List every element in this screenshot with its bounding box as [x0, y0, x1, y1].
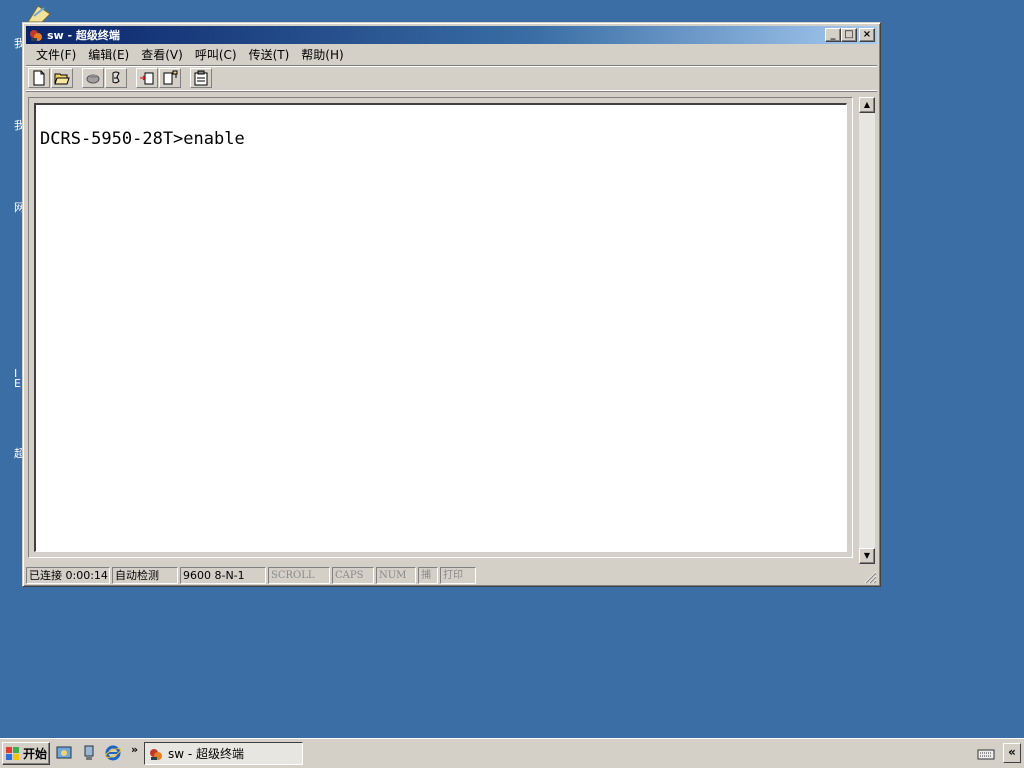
properties-icon — [194, 70, 208, 86]
toolbar — [26, 65, 877, 91]
menu-edit[interactable]: 编辑(E) — [82, 46, 135, 63]
send-icon — [140, 72, 154, 85]
connect-icon — [86, 74, 100, 84]
terminal-frame: DCRS-5950-28T>enable — [28, 97, 853, 558]
computer-icon[interactable] — [80, 744, 98, 762]
disconnect-button[interactable] — [105, 68, 127, 88]
properties-button[interactable] — [190, 68, 212, 88]
status-auto-detect: 自动检测 — [112, 566, 178, 584]
taskbar-hyperterminal-button[interactable]: sw - 超级终端 — [144, 742, 303, 765]
open-icon — [54, 73, 70, 85]
desktop-icon-label[interactable]: E — [14, 378, 21, 389]
window-controls: _ □ × — [825, 28, 875, 42]
menu-file[interactable]: 文件(F) — [30, 46, 82, 63]
open-button[interactable] — [51, 68, 73, 88]
minimize-button[interactable]: _ — [825, 28, 841, 42]
scroll-down-button[interactable]: ▼ — [859, 548, 875, 564]
new-button[interactable] — [28, 68, 50, 88]
status-num: NUM — [376, 566, 416, 584]
disconnect-icon — [112, 71, 120, 84]
status-capture: 捕 — [418, 566, 438, 584]
terminal-output: DCRS-5950-28T>enable — [40, 129, 245, 149]
tray-expand-button[interactable]: « — [1003, 743, 1021, 763]
status-scroll: SCROLL — [268, 566, 330, 584]
quick-launch-more-button[interactable]: » — [131, 743, 138, 756]
scroll-up-button[interactable]: ▲ — [859, 97, 875, 113]
status-port-settings: 9600 8-N-1 — [180, 566, 266, 584]
maximize-button[interactable]: □ — [841, 28, 857, 42]
system-tray — [974, 742, 998, 765]
title-bar[interactable]: sw - 超级终端 _ □ × — [26, 26, 877, 44]
start-button[interactable]: 开始 — [2, 742, 50, 765]
menu-transfer[interactable]: 传送(T) — [243, 46, 296, 63]
internet-explorer-icon[interactable] — [104, 744, 122, 762]
status-bar: 已连接 0:00:14 自动检测 9600 8-N-1 SCROLL CAPS … — [26, 566, 877, 584]
menu-help[interactable]: 帮助(H) — [295, 46, 349, 63]
close-button[interactable]: × — [859, 28, 875, 42]
show-desktop-icon[interactable] — [55, 744, 73, 762]
menu-view[interactable]: 查看(V) — [135, 46, 189, 63]
hyperterminal-icon[interactable] — [28, 27, 44, 43]
taskbar-task-label: sw - 超级终端 — [168, 747, 245, 761]
keyboard-icon[interactable] — [977, 747, 995, 761]
terminal-screen[interactable]: DCRS-5950-28T>enable — [34, 103, 847, 552]
menu-call[interactable]: 呼叫(C) — [189, 46, 243, 63]
status-caps: CAPS — [332, 566, 374, 584]
vertical-scrollbar[interactable]: ▲ ▼ — [859, 97, 875, 564]
terminal-line: DCRS-5950-28T>enable — [40, 129, 245, 149]
desktop-folder-icon[interactable] — [24, 2, 52, 24]
taskbar: 开始 » sw - 超级终端 « — [0, 738, 1024, 768]
status-print: 打印 — [440, 566, 476, 584]
send-button[interactable] — [136, 68, 158, 88]
receive-icon — [163, 70, 178, 85]
menu-bar: 文件(F) 编辑(E) 查看(V) 呼叫(C) 传送(T) 帮助(H) — [26, 45, 877, 64]
new-icon — [33, 70, 45, 86]
resize-grip-icon[interactable] — [863, 570, 877, 584]
hyperterminal-window: sw - 超级终端 _ □ × 文件(F) 编辑(E) 查看(V) 呼叫(C) … — [22, 22, 881, 587]
hyperterminal-icon — [150, 748, 162, 760]
start-label: 开始 — [23, 747, 48, 761]
windows-logo-icon — [6, 746, 19, 760]
receive-button[interactable] — [159, 68, 181, 88]
connect-button[interactable] — [82, 68, 104, 88]
window-title: sw - 超级终端 — [47, 29, 120, 42]
status-connection-time: 已连接 0:00:14 — [26, 566, 110, 584]
